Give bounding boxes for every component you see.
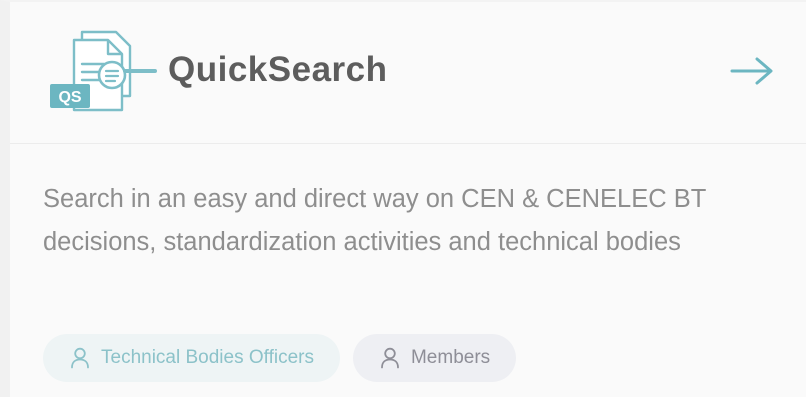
user-icon	[381, 347, 399, 369]
tag-label: Technical Bodies Officers	[101, 347, 314, 368]
user-icon	[71, 347, 89, 369]
card-header: QS QuickSearch	[10, 2, 806, 144]
card-description: Search in an easy and direct way on CEN …	[43, 185, 706, 256]
audience-tags: Technical Bodies Officers Members	[43, 334, 517, 382]
document-search-icon: QS	[50, 30, 157, 112]
quicksearch-card[interactable]: QS QuickSearch Search in an easy and dir…	[0, 0, 806, 397]
qs-badge: QS	[58, 89, 81, 106]
tag-members[interactable]: Members	[352, 334, 517, 382]
card-body: Search in an easy and direct way on CEN …	[43, 178, 783, 264]
arrow-right-icon[interactable]	[728, 54, 776, 88]
app-title: QuickSearch	[168, 50, 388, 89]
tag-label: Members	[410, 347, 491, 368]
tag-technical-bodies-officers[interactable]: Technical Bodies Officers	[43, 334, 340, 382]
